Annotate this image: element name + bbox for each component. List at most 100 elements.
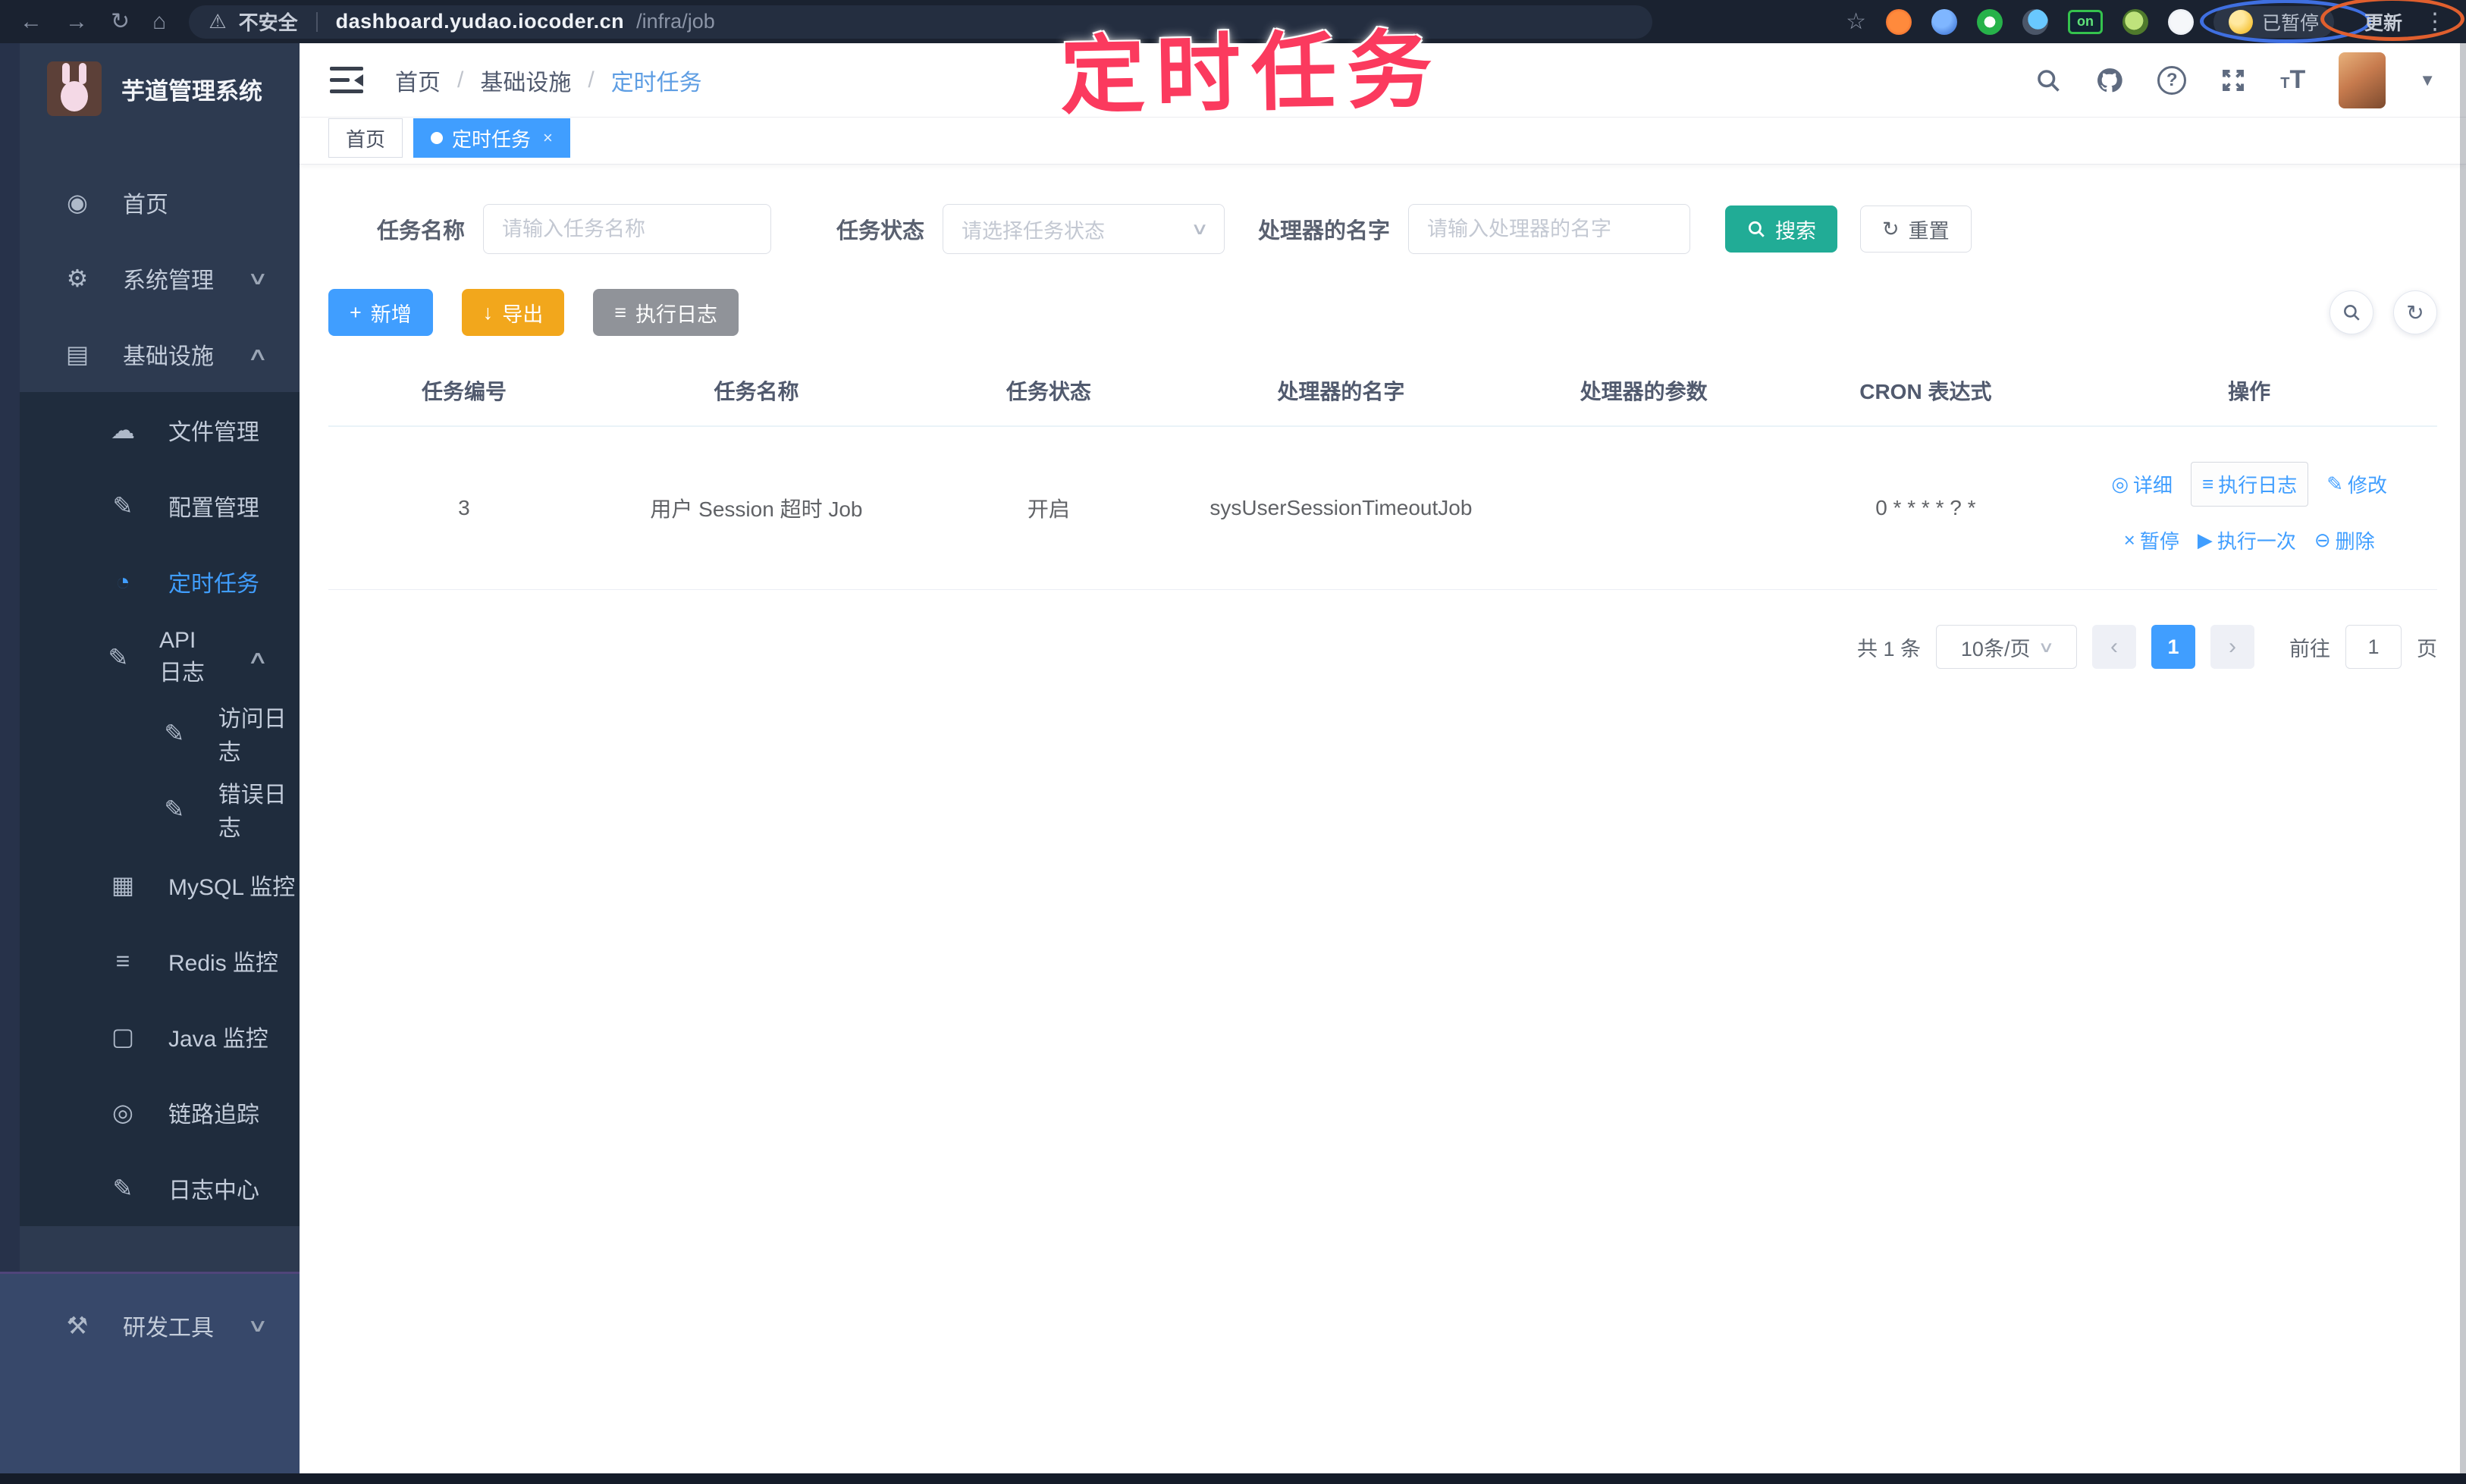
col-handler-name: 处理器的名字 <box>1184 357 1498 427</box>
extension-icon[interactable] <box>1931 8 1957 35</box>
sidebar-item-redis-monitor[interactable]: ≡ Redis 监控 <box>0 923 300 999</box>
chevron-down-icon: ∨ <box>2038 638 2055 656</box>
select-placeholder: 请选择任务状态 <box>962 219 1106 243</box>
eye-icon: ◎ <box>112 1099 133 1126</box>
export-button[interactable]: ↓ 导出 <box>461 289 565 336</box>
handler-name-input[interactable] <box>1408 204 1691 254</box>
profile-emoji-avatar <box>2228 9 2253 34</box>
update-button[interactable]: 更新 <box>2354 4 2413 40</box>
page-unit-label: 页 <box>2417 637 2437 660</box>
reload-icon[interactable]: ↻ <box>111 10 130 33</box>
url-path: /infra/job <box>636 10 715 33</box>
page-1-button[interactable]: 1 <box>2151 625 2195 669</box>
delete-link[interactable]: ⊖ 删除 <box>2314 526 2375 554</box>
sidebar-item-api-log[interactable]: ✎ API 日志 ∧ <box>0 620 300 695</box>
search-icon[interactable] <box>2035 67 2062 94</box>
infrastructure-submenu: ☁ 文件管理 ✎ 配置管理 ◔ 定时任务 ✎ API 日志 ∧ ✎ 访问日志 ✎… <box>0 392 300 1226</box>
sidebar-item-dev-tools[interactable]: ⚒ 研发工具 ∨ <box>0 1288 300 1363</box>
log-edit-icon: ✎ <box>108 644 129 671</box>
sidebar-item-access-log[interactable]: ✎ 访问日志 <box>0 695 300 771</box>
close-icon[interactable]: × <box>543 128 553 148</box>
sidebar-item-scheduled-jobs[interactable]: ◔ 定时任务 <box>0 544 300 620</box>
profile-chip[interactable]: 已暂停 <box>2199 0 2371 43</box>
pagination: 共 1 条 10条/页 ∨ ‹ 1 › 前往 页 <box>328 625 2437 669</box>
leaf-extension-icon[interactable] <box>2122 8 2148 35</box>
edit-icon: ✎ <box>164 720 185 747</box>
cell-handler-name: sysUserSessionTimeoutJob <box>1184 426 1498 590</box>
sidebar-item-system-mgmt[interactable]: ⚙ 系统管理 ∨ <box>0 240 300 316</box>
sidebar-item-infrastructure[interactable]: ▤ 基础设施 ∧ <box>0 316 300 392</box>
tab-scheduled-jobs[interactable]: 定时任务 × <box>413 118 570 158</box>
help-icon[interactable]: ? <box>2157 65 2187 95</box>
job-log-link[interactable]: ≡ 执行日志 <box>2191 462 2309 507</box>
plus-icon: + <box>350 300 362 324</box>
caret-down-icon[interactable]: ▼ <box>2419 71 2436 90</box>
detail-link[interactable]: ◎ 详细 <box>2111 470 2173 498</box>
font-size-icon[interactable]: TT <box>2280 65 2305 95</box>
puzzle-extension-icon[interactable] <box>2022 8 2048 35</box>
github-icon[interactable] <box>2095 66 2124 95</box>
menu-kebab-icon[interactable]: ⋮ <box>2424 8 2446 35</box>
execution-log-button[interactable]: ≡ 执行日志 <box>593 289 739 336</box>
cell-job-name: 用户 Session 超时 Job <box>599 426 913 590</box>
collapse-sidebar-icon[interactable] <box>330 66 363 94</box>
extension-icon[interactable] <box>1976 8 2003 35</box>
bookmark-star-icon[interactable]: ☆ <box>1846 10 1866 33</box>
prev-page-button[interactable]: ‹ <box>2092 625 2136 669</box>
job-name-input[interactable] <box>483 204 772 254</box>
sidebar-logo-row: 芋道管理系统 <box>0 43 300 134</box>
sidebar-item-error-log[interactable]: ✎ 错误日志 <box>0 771 300 847</box>
sidebar-item-label: 配置管理 <box>168 496 259 521</box>
back-icon[interactable]: ← <box>20 10 42 33</box>
add-button-label: 新增 <box>370 303 412 326</box>
goto-page-input[interactable] <box>2345 625 2402 669</box>
col-job-name: 任务名称 <box>599 357 913 427</box>
pause-link[interactable]: × 暂停 <box>2124 526 2179 554</box>
page-size-select[interactable]: 10条/页 ∨ <box>1936 625 2077 669</box>
add-button[interactable]: + 新增 <box>328 289 433 336</box>
sidebar-menu: ◉ 首页 ⚙ 系统管理 ∨ ▤ 基础设施 ∧ ☁ 文件管理 ✎ 配置管理 ◔ 定… <box>0 134 300 1226</box>
sidebar-item-java-monitor[interactable]: ▢ Java 监控 <box>0 999 300 1075</box>
chevron-down-icon: ∨ <box>247 1315 269 1336</box>
sidebar-item-mysql-monitor[interactable]: ▦ MySQL 监控 <box>0 847 300 923</box>
sidebar-item-log-center[interactable]: ✎ 日志中心 <box>0 1150 300 1226</box>
extension-icon[interactable] <box>1885 8 1912 35</box>
refresh-table-button[interactable]: ↻ <box>2393 290 2437 334</box>
edit-icon: ✎ <box>112 1175 133 1202</box>
handler-name-label: 处理器的名字 <box>1258 219 1391 243</box>
page-content: 任务名称 任务状态 请选择任务状态 ∨ 处理器的名字 <box>300 204 2466 669</box>
reset-button[interactable]: ↻ 重置 <box>1860 206 1972 253</box>
layers-icon: ≡ <box>115 946 130 974</box>
sidebar-item-label: 错误日志 <box>218 783 287 841</box>
pinned-extension-icon[interactable] <box>2167 8 2194 35</box>
forward-icon[interactable]: → <box>65 10 88 33</box>
toggle-search-button[interactable] <box>2330 290 2373 334</box>
screen: ← → ↻ ⌂ ⚠ 不安全 dashboard.yudao.iocoder.cn… <box>0 0 2466 1484</box>
user-avatar[interactable] <box>2339 52 2386 108</box>
breadcrumb-infrastructure[interactable]: 基础设施 <box>480 64 571 97</box>
run-once-link[interactable]: ▶ 执行一次 <box>2198 526 2296 554</box>
next-page-button[interactable]: › <box>2210 625 2254 669</box>
download-icon: ↓ <box>482 300 494 324</box>
header-icons: ? TT ▼ <box>2035 52 2436 108</box>
tab-home[interactable]: 首页 <box>328 118 403 158</box>
sidebar-item-file-mgmt[interactable]: ☁ 文件管理 <box>0 392 300 468</box>
job-status-select[interactable]: 请选择任务状态 ∨ <box>943 204 1225 254</box>
sidebar-item-config-mgmt[interactable]: ✎ 配置管理 <box>0 468 300 544</box>
trash-icon: ⊖ <box>2314 529 2331 551</box>
sidebar-item-tracing[interactable]: ◎ 链路追踪 <box>0 1075 300 1150</box>
fullscreen-icon[interactable] <box>2220 67 2247 94</box>
search-button-label: 搜索 <box>1775 219 1817 243</box>
monitor-icon: ▢ <box>111 1023 135 1050</box>
app-logo-avatar <box>47 61 102 116</box>
profile-status-label: 已暂停 <box>2261 12 2319 34</box>
home-icon[interactable]: ⌂ <box>152 10 166 33</box>
chevron-up-icon: ∧ <box>247 647 269 668</box>
sidebar-scroll-strip[interactable] <box>0 43 20 1484</box>
home-icon: ◉ <box>67 189 88 216</box>
search-button[interactable]: 搜索 <box>1725 206 1838 253</box>
breadcrumb-home[interactable]: 首页 <box>395 64 441 97</box>
sidebar-item-home[interactable]: ◉ 首页 <box>0 165 300 240</box>
on-switch-extension-icon[interactable]: on <box>2067 9 2103 34</box>
edit-link[interactable]: ✎ 修改 <box>2326 470 2387 498</box>
